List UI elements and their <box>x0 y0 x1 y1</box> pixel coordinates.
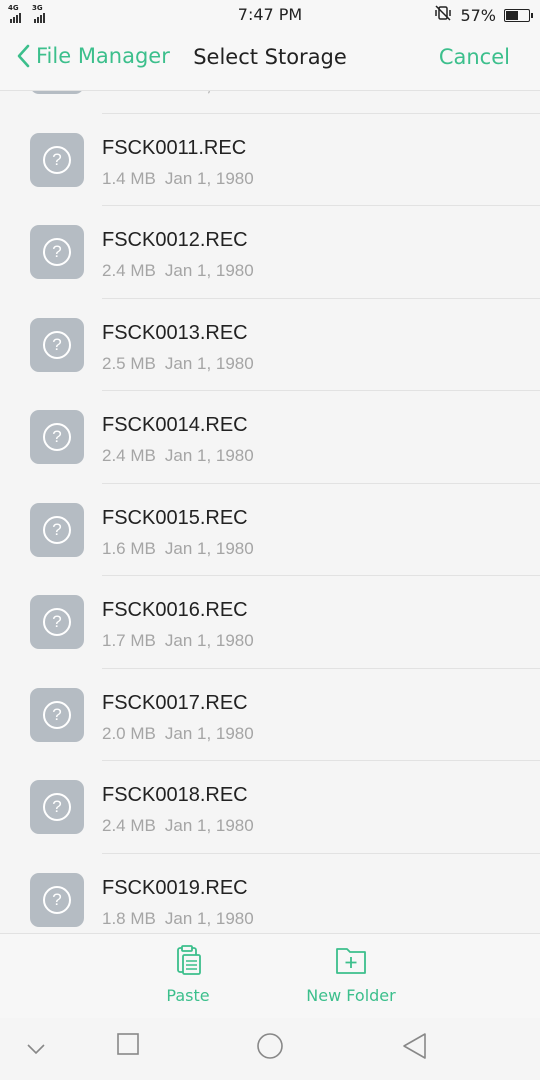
file-date: Jan 1, 1980 <box>164 168 254 188</box>
file-list-item[interactable]: ? FSCK0017.REC 2.0 MB Jan 1, 1980 <box>0 669 540 761</box>
file-meta: 2.4 MB Jan 1, 1980 <box>102 816 254 836</box>
file-date: Jan 1, 1980 <box>164 908 254 928</box>
back-nav-button[interactable] <box>402 1032 428 1064</box>
file-name: FSCK0016.REC <box>102 599 248 621</box>
file-size: 1.7 MB <box>102 631 156 650</box>
file-meta: 2.5 MB Jan 1, 1980 <box>102 354 254 374</box>
status-bar: 4G 3G 7:47 PM 57% <box>0 0 540 30</box>
file-date: Jan 1, 1980 <box>165 91 254 95</box>
unknown-file-icon: ? <box>30 317 84 372</box>
recent-apps-button[interactable] <box>116 1032 140 1060</box>
vibrate-mute-icon <box>434 4 452 26</box>
unknown-file-icon: ? <box>30 502 84 557</box>
file-list-item[interactable]: ? FSCK0016.REC 1.7 MB Jan 1, 1980 <box>0 576 540 669</box>
file-list-item[interactable]: ? FSCK0012.REC 2.4 MB Jan 1, 1980 <box>0 206 540 299</box>
file-list[interactable]: ?FSCK0010.REC1.6 MBJan 1, 1980?FSCK0011.… <box>0 91 540 933</box>
file-meta: 1.7 MB Jan 1, 1980 <box>102 631 254 651</box>
file-size: 2.0 MB <box>102 723 156 743</box>
file-size: 2.5 MB <box>102 353 156 373</box>
chevron-down-icon[interactable] <box>26 1040 46 1059</box>
file-name: FSCK0013.REC <box>102 321 248 344</box>
file-meta: 2.4 MB Jan 1, 1980 <box>102 446 254 466</box>
file-meta: 1.8 MB Jan 1, 1980 <box>102 909 254 929</box>
file-meta: 2.4 MB Jan 1, 1980 <box>102 261 254 281</box>
unknown-file-icon: ? <box>30 91 84 94</box>
file-list-item[interactable]: ? FSCK0014.REC 2.4 MB Jan 1, 1980 <box>0 391 540 484</box>
file-name: FSCK0019.REC <box>102 876 248 899</box>
unknown-file-icon: ? <box>30 410 84 464</box>
battery-percent: 57% <box>460 5 496 25</box>
unknown-file-icon: ? <box>30 132 84 187</box>
file-date: Jan 1, 1980 <box>164 261 254 280</box>
file-size: 2.4 MB <box>102 816 156 835</box>
file-list-item[interactable]: ? FSCK0019.REC 1.8 MB Jan 1, 1980 <box>0 854 540 934</box>
file-size: 2.4 MB <box>102 446 156 465</box>
bottom-action-bar: Paste New Folder <box>0 933 540 1019</box>
folder-plus-icon <box>335 944 367 980</box>
system-nav-bar <box>0 1018 540 1080</box>
file-date: Jan 1, 1980 <box>164 816 254 835</box>
new-folder-button[interactable]: New Folder <box>290 944 412 1005</box>
file-name: FSCK0018.REC <box>102 784 248 806</box>
file-size: 1.4 MB <box>102 168 156 188</box>
file-list-item[interactable]: ? FSCK0013.REC 2.5 MB Jan 1, 1980 <box>0 299 540 391</box>
file-meta: 2.0 MB Jan 1, 1980 <box>102 724 254 744</box>
app-header: File Manager Select Storage Cancel <box>0 30 540 91</box>
battery-icon <box>504 8 533 22</box>
unknown-file-icon: ? <box>30 225 84 279</box>
file-size: 1.8 MB <box>102 908 156 928</box>
unknown-file-icon: ? <box>30 687 84 742</box>
new-folder-label: New Folder <box>306 986 396 1005</box>
file-date: Jan 1, 1980 <box>164 538 254 558</box>
file-date: Jan 1, 1980 <box>164 446 254 465</box>
file-size: 1.6 MB <box>102 91 156 95</box>
unknown-file-icon: ? <box>30 595 84 649</box>
cancel-button[interactable]: Cancel <box>439 45 510 69</box>
file-list-item[interactable]: ? FSCK0018.REC 2.4 MB Jan 1, 1980 <box>0 761 540 854</box>
file-name: FSCK0017.REC <box>102 691 248 714</box>
file-meta: 1.6 MB Jan 1, 1980 <box>102 91 254 96</box>
file-date: Jan 1, 1980 <box>164 631 254 650</box>
file-name: FSCK0012.REC <box>102 229 248 251</box>
file-size: 2.4 MB <box>102 261 156 280</box>
unknown-file-icon: ? <box>30 780 84 834</box>
paste-label: Paste <box>166 986 210 1005</box>
file-date: Jan 1, 1980 <box>164 353 254 373</box>
file-meta: 1.4 MB Jan 1, 1980 <box>102 169 254 189</box>
file-list-item[interactable]: ?FSCK0010.REC1.6 MBJan 1, 1980 <box>0 91 540 114</box>
file-name: FSCK0011.REC <box>102 136 247 159</box>
file-date: Jan 1, 1980 <box>164 723 254 743</box>
file-name: FSCK0015.REC <box>102 506 248 529</box>
file-meta: 1.6 MB Jan 1, 1980 <box>102 539 254 559</box>
home-button[interactable] <box>256 1032 284 1064</box>
file-list-item[interactable]: ? FSCK0011.REC 1.4 MB Jan 1, 1980 <box>0 114 540 206</box>
file-name: FSCK0014.REC <box>102 414 248 436</box>
unknown-file-icon: ? <box>30 872 84 927</box>
paste-button[interactable]: Paste <box>138 944 238 1005</box>
clipboard-icon <box>172 944 204 980</box>
file-size: 1.6 MB <box>102 538 156 558</box>
file-list-item[interactable]: ? FSCK0015.REC 1.6 MB Jan 1, 1980 <box>0 484 540 576</box>
